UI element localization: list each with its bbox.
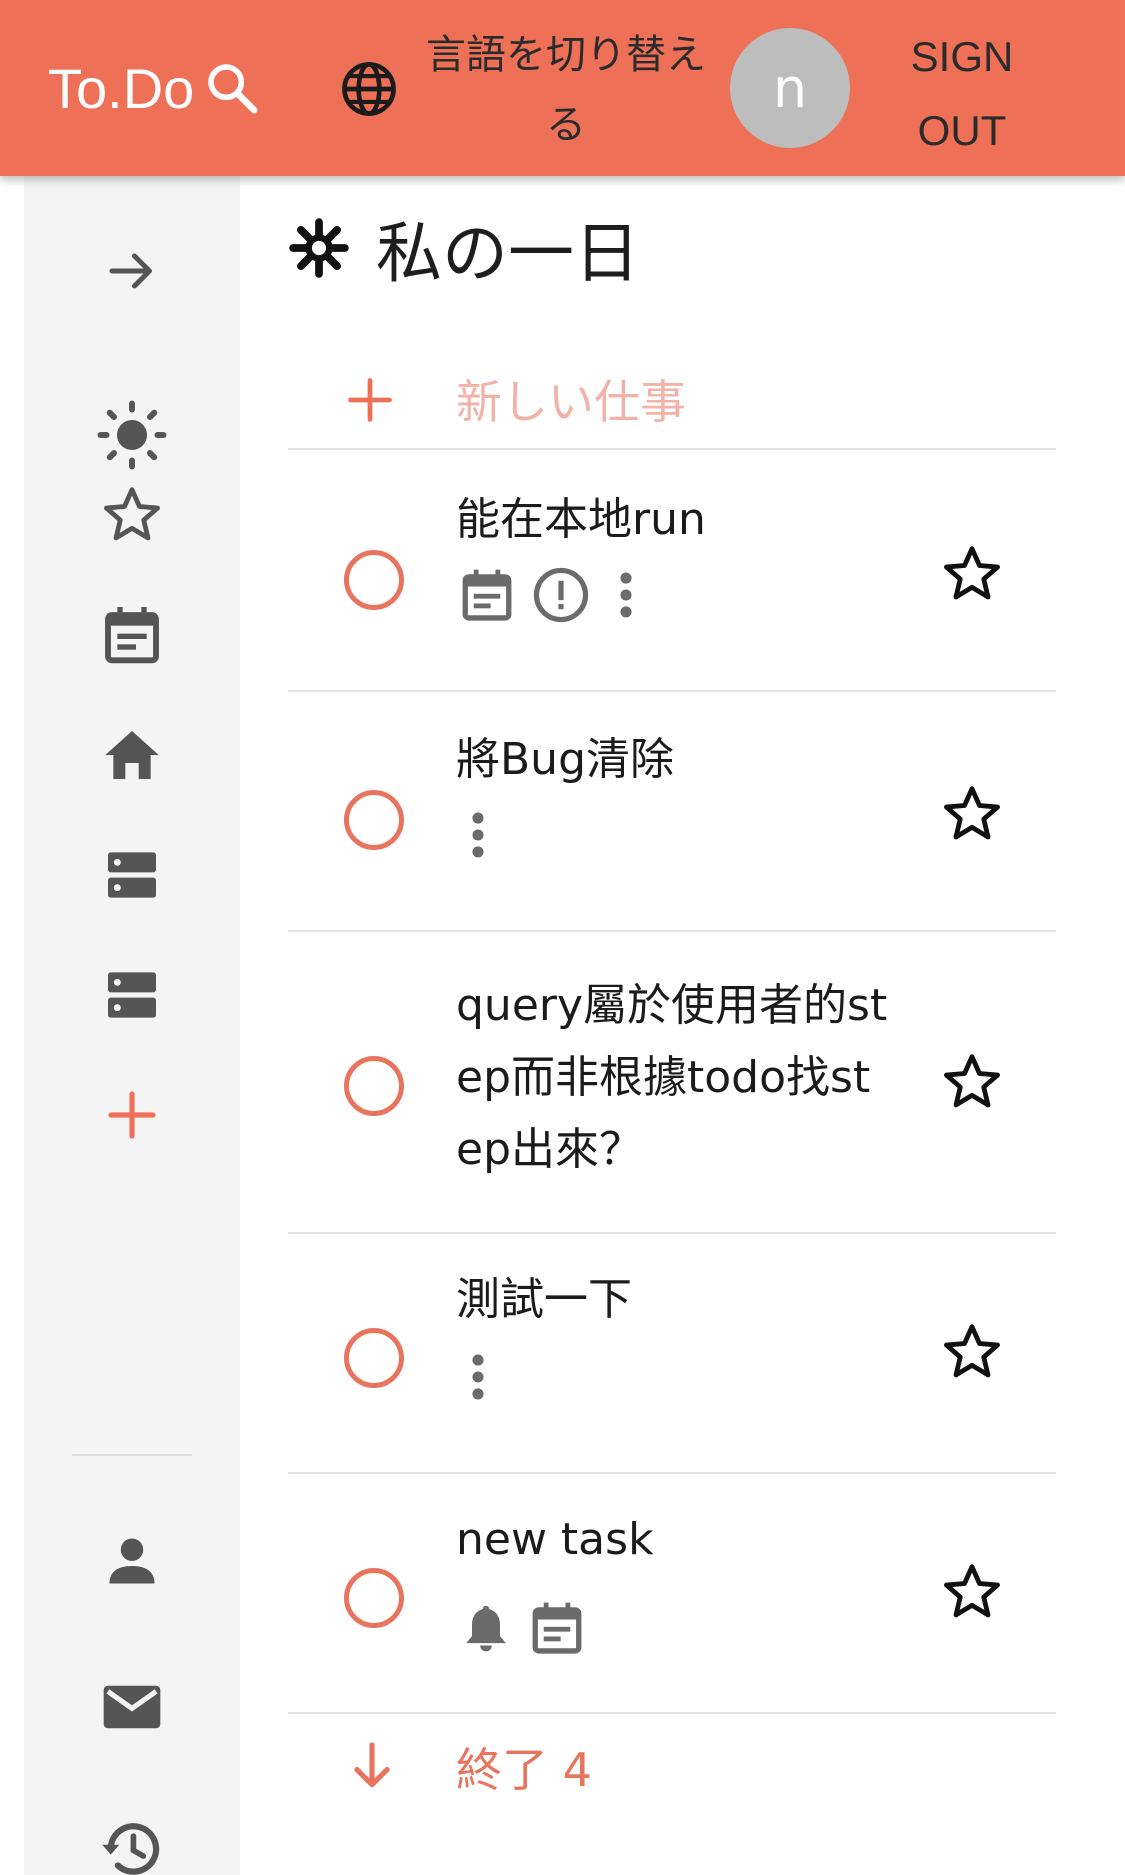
globe-icon[interactable] [338,58,400,120]
completed-count-label: 終了 4 [456,1743,592,1797]
task-complete-toggle[interactable] [344,550,404,610]
more-vert-icon[interactable] [606,566,646,624]
sidebar-item-mail[interactable] [72,1662,192,1752]
more-vert-icon[interactable] [458,806,498,864]
star-outline-icon[interactable] [940,1320,1004,1384]
sidebar-item-history[interactable] [72,1804,192,1875]
task-title[interactable]: 將Bug清除 [456,724,896,796]
task-complete-toggle[interactable] [344,790,404,850]
task-title[interactable]: new task [456,1504,896,1576]
mail-icon [103,1685,161,1729]
task-meta-icons [458,1598,586,1658]
history-icon [102,1823,160,1875]
page-title-text: 私の一日 [376,215,640,292]
sidebar [24,176,240,1875]
task-item[interactable]: 測試一下 [288,1234,1056,1474]
task-complete-toggle[interactable] [344,1328,404,1388]
calendar-icon [105,607,159,664]
page-title: 私の一日 [288,198,640,298]
task-title[interactable]: query屬於使用者的step而非根據todo找step出來？ [456,970,896,1186]
sidebar-item-planned[interactable] [72,590,192,680]
star-outline-icon [104,487,160,541]
task-meta-icons [458,564,646,626]
task-item[interactable]: 將Bug清除 [288,692,1056,932]
avatar[interactable]: n [730,28,850,148]
search-icon[interactable] [204,60,260,116]
task-complete-toggle[interactable] [344,1056,404,1116]
new-task-input[interactable] [456,370,1016,434]
person-icon [109,1538,155,1584]
task-meta-icons [458,806,498,864]
switch-language-button[interactable]: 言語を切り替える [426,20,706,160]
more-vert-icon[interactable] [458,1348,498,1406]
sign-out-button[interactable]: SIGN OUT [882,20,1042,160]
list-icon [108,852,156,898]
brand[interactable]: To.Do [48,52,260,124]
sidebar-item-tasks[interactable] [72,710,192,800]
bell-icon [466,1605,506,1652]
task-title[interactable]: 測試一下 [456,1264,896,1336]
sidebar-item-expand[interactable] [72,226,192,316]
sidebar-divider [72,1454,192,1456]
calendar-icon [462,569,512,621]
calendar-icon [532,1602,582,1654]
task-complete-toggle[interactable] [344,1568,404,1628]
sidebar-item-important[interactable] [72,470,192,560]
task-item[interactable]: query屬於使用者的step而非根據todo找step出來？ [288,932,1056,1234]
task-item[interactable]: new task [288,1474,1056,1714]
arrow-down-icon [354,1742,390,1788]
home-icon [105,731,159,779]
star-outline-icon[interactable] [940,542,1004,606]
task-meta-icons [458,1348,498,1406]
sidebar-add-list-button[interactable] [72,1070,192,1160]
list-icon [108,972,156,1018]
add-task-row [288,354,1056,450]
completed-toggle[interactable]: 終了 4 [288,1716,1056,1816]
star-outline-icon[interactable] [940,782,1004,846]
sidebar-item-list-1[interactable] [72,830,192,920]
star-outline-icon[interactable] [940,1050,1004,1114]
important-icon [533,567,589,623]
task-item[interactable]: 能在本地run [288,452,1056,692]
task-title[interactable]: 能在本地run [456,484,896,556]
sidebar-item-profile[interactable] [72,1516,192,1606]
arrow-right-icon [109,253,152,289]
sun-asterisk-icon [289,218,349,278]
sidebar-item-my-day[interactable] [72,390,192,480]
sidebar-item-list-2[interactable] [72,950,192,1040]
plus-icon[interactable] [344,374,396,426]
brand-logo-text: To.Do [48,56,195,120]
sun-icon [97,400,167,470]
app-header: To.Do 言語を切り替える n SIGN OUT [0,0,1125,176]
plus-icon [108,1091,156,1139]
star-outline-icon[interactable] [940,1560,1004,1624]
